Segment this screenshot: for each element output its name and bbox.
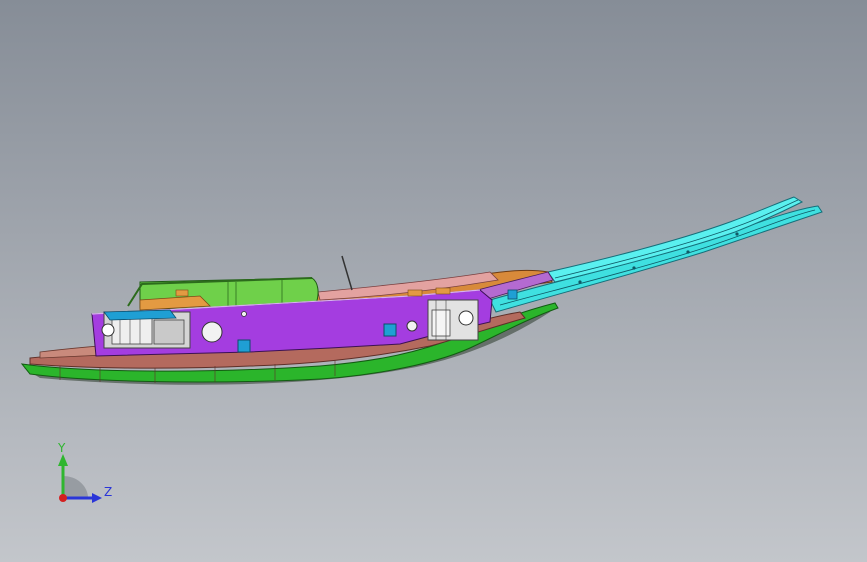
pad-3 xyxy=(175,289,189,297)
triad-z-arrow xyxy=(92,493,102,503)
antenna-post xyxy=(341,255,353,291)
bracket-left-clamp xyxy=(103,309,177,321)
triad-y-arrow xyxy=(58,454,68,466)
triad-plane-icon xyxy=(63,476,88,498)
triad-x-axis-dot xyxy=(59,494,67,502)
cad-model[interactable] xyxy=(0,0,867,562)
bracket-right[interactable] xyxy=(427,299,479,341)
guide-rail[interactable] xyxy=(489,205,823,313)
guide-rail-upper xyxy=(547,196,804,283)
graphics-viewport[interactable]: Y Z xyxy=(0,0,867,562)
frame-hole-small xyxy=(406,320,418,332)
view-orientation-triad[interactable]: Y Z xyxy=(40,438,120,510)
pad-1 xyxy=(407,289,423,297)
triad-z-label: Z xyxy=(104,485,112,499)
clamp-block-3[interactable] xyxy=(507,289,518,300)
clamp-block-1[interactable] xyxy=(237,339,251,353)
clamp-block-2[interactable] xyxy=(383,323,397,337)
pad-2 xyxy=(435,287,451,295)
triad-y-label: Y xyxy=(57,441,66,455)
frame-hole-tiny xyxy=(241,311,247,317)
frame-hole-large xyxy=(201,321,223,343)
